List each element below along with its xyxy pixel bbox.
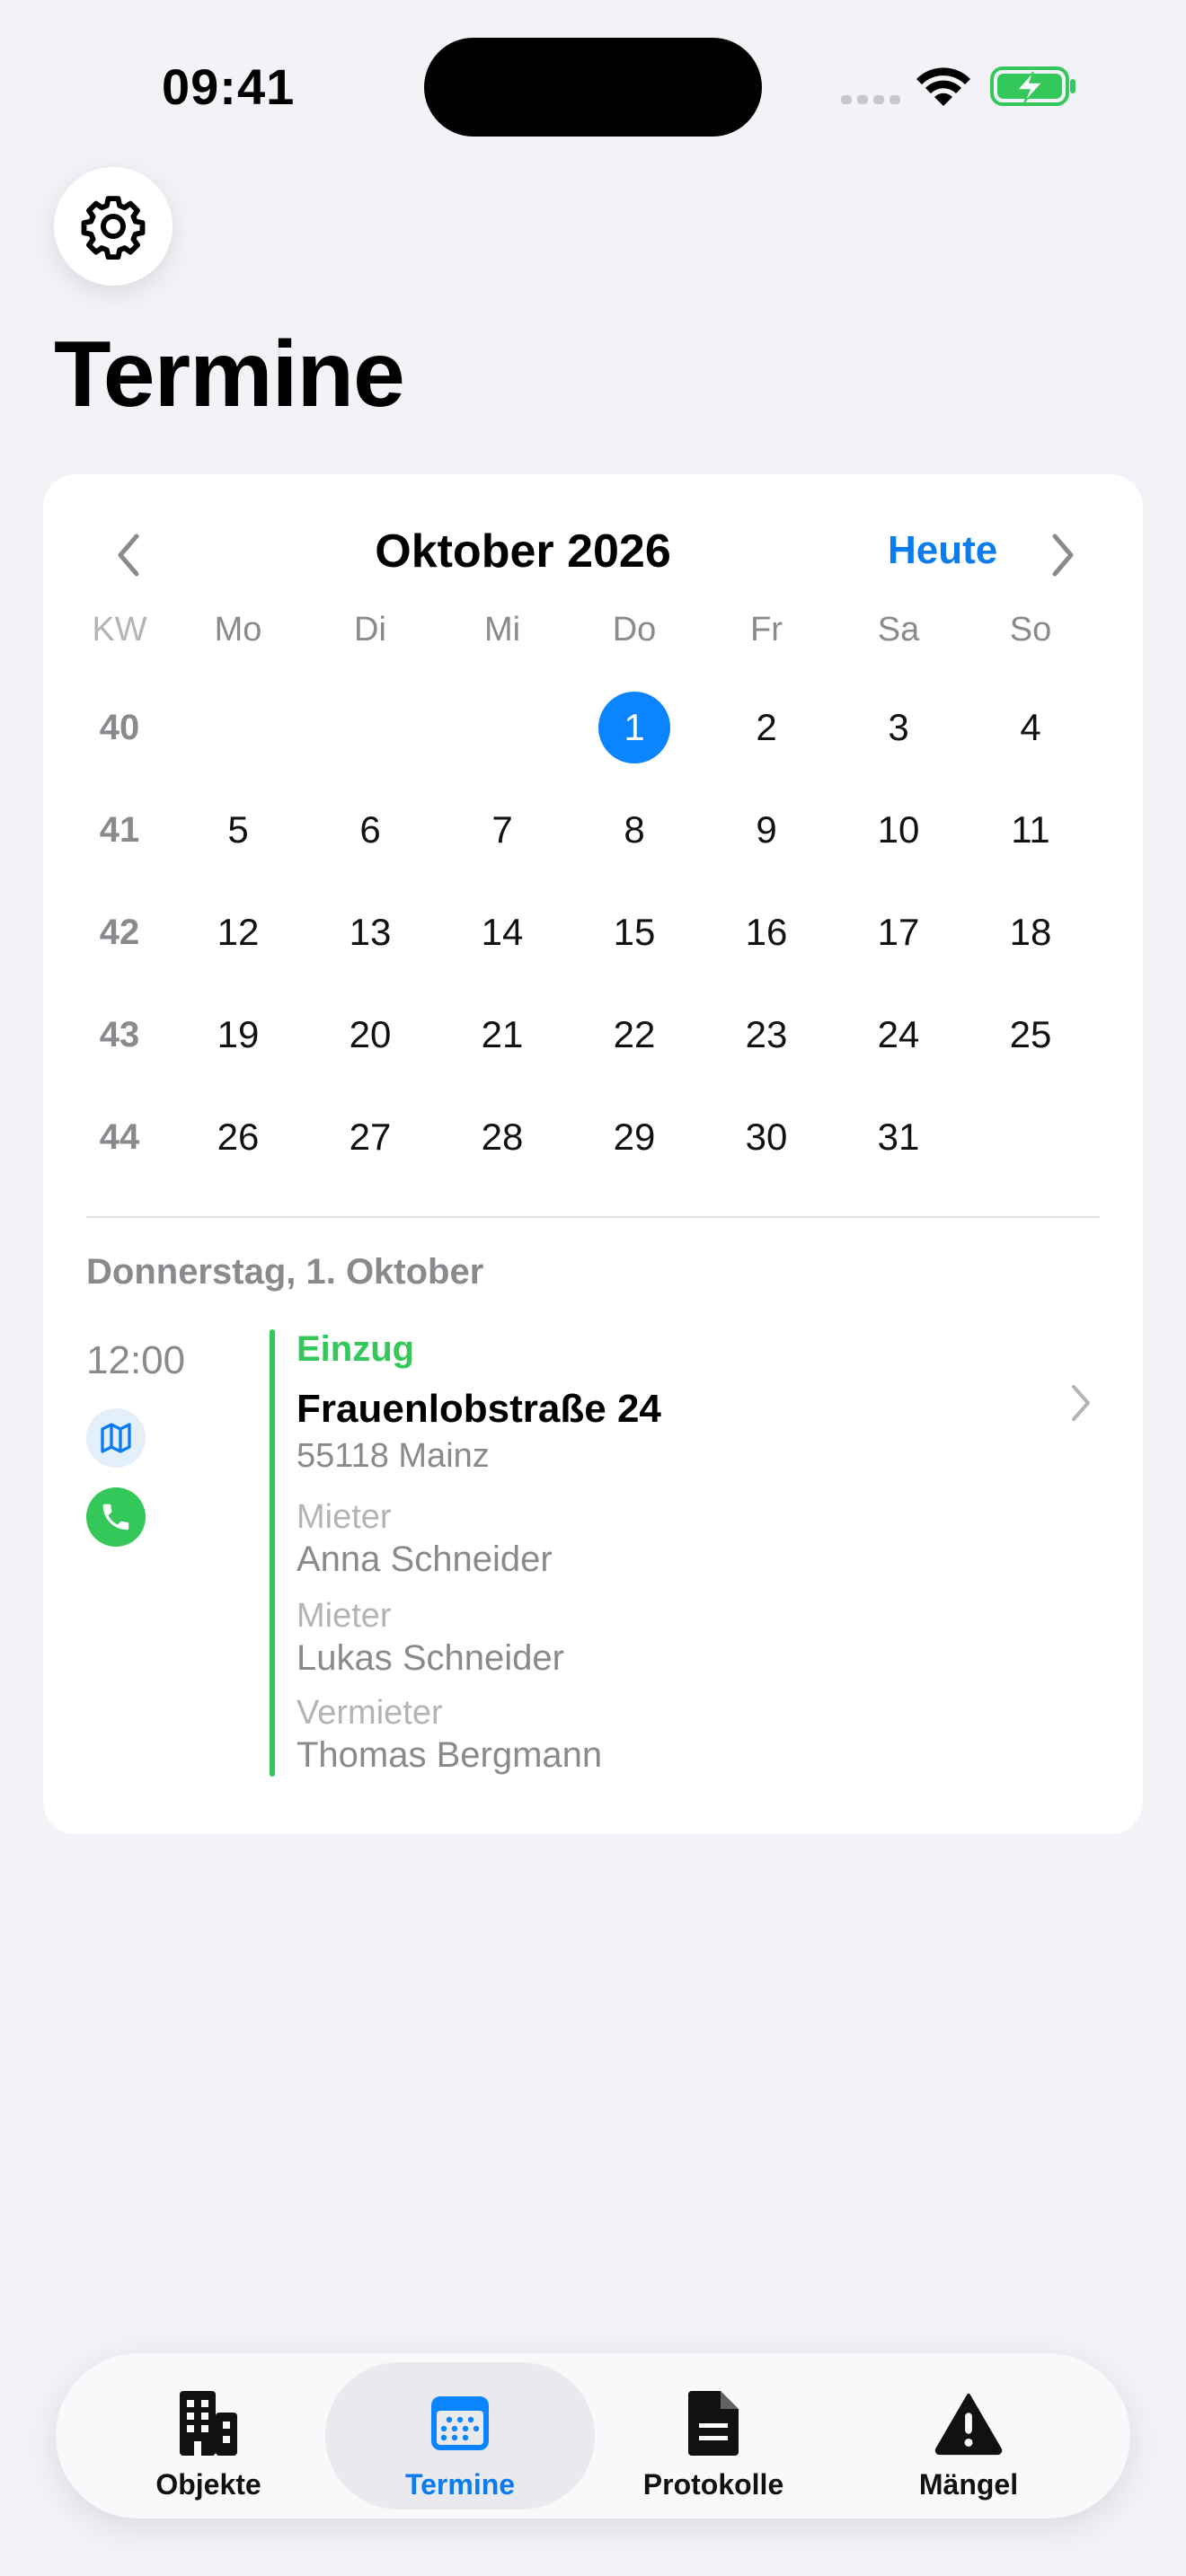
selected-date-header: Donnerstag, 1. Oktober xyxy=(86,1252,484,1292)
tab-termine[interactable]: Termine xyxy=(325,2362,595,2510)
tab-label: Protokolle xyxy=(642,2468,784,2501)
calendar-day[interactable]: 7 xyxy=(466,794,538,866)
participant-name: Lukas Schneider xyxy=(296,1638,564,1678)
calendar-day[interactable]: 3 xyxy=(863,692,934,763)
next-month-button[interactable] xyxy=(1040,528,1085,582)
calendar-day[interactable]: 15 xyxy=(598,896,670,968)
appointment-street[interactable]: Frauenlobstraße 24 xyxy=(296,1387,661,1432)
calendar-week-row: 40 1 2 3 4 xyxy=(43,683,1143,772)
calendar-week-row: 41 5 6 7 8 9 10 11 xyxy=(43,785,1143,875)
calendar-day[interactable]: 9 xyxy=(730,794,802,866)
calendar-day[interactable]: 5 xyxy=(202,794,274,866)
calendar-day-selected[interactable]: 1 xyxy=(598,692,670,763)
warning-icon xyxy=(934,2393,1003,2456)
calendar-day[interactable]: 8 xyxy=(598,794,670,866)
calendar-day[interactable]: 16 xyxy=(730,896,802,968)
weekday-header: Fr xyxy=(750,611,783,648)
appointment-time: 12:00 xyxy=(86,1338,186,1382)
calendar-day[interactable]: 18 xyxy=(995,896,1067,968)
tab-objekte[interactable]: Objekte xyxy=(74,2362,343,2510)
calendar-day[interactable]: 30 xyxy=(730,1101,802,1173)
calendar-day[interactable]: 6 xyxy=(334,794,406,866)
settings-button[interactable] xyxy=(54,167,173,286)
call-button[interactable] xyxy=(86,1487,146,1547)
tab-maengel[interactable]: Mängel xyxy=(834,2362,1103,2510)
participant-role: Mieter xyxy=(296,1498,392,1536)
calendar-day[interactable]: 25 xyxy=(995,999,1067,1071)
month-title: Oktober 2026 xyxy=(375,525,671,578)
battery-charging-icon xyxy=(990,66,1075,106)
calendar-day[interactable]: 21 xyxy=(466,999,538,1071)
calendar-day[interactable]: 13 xyxy=(334,896,406,968)
weekday-header: So xyxy=(1009,611,1052,648)
calendar-day[interactable]: 11 xyxy=(995,794,1067,866)
participant-role: Vermieter xyxy=(296,1694,443,1732)
tab-protokolle[interactable]: Protokolle xyxy=(579,2362,848,2510)
calendar-week-row: 44 26 27 28 29 30 31 xyxy=(43,1092,1143,1182)
weekday-header-row: KW Mo Di Mi Do Fr Sa So xyxy=(43,611,1143,665)
calendar-day[interactable]: 4 xyxy=(995,692,1067,763)
appointment-city: 55118 Mainz xyxy=(296,1437,490,1475)
participant-role: Mieter xyxy=(296,1597,392,1635)
calendar-day[interactable]: 2 xyxy=(730,692,802,763)
calendar-day[interactable]: 10 xyxy=(863,794,934,866)
tab-label: Mängel xyxy=(918,2468,1019,2501)
chevron-right-icon xyxy=(1052,534,1074,577)
building-icon xyxy=(180,2391,237,2456)
calendar-day[interactable]: 23 xyxy=(730,999,802,1071)
document-icon xyxy=(688,2391,739,2456)
weekday-header: Do xyxy=(612,611,657,648)
calendar-day[interactable]: 19 xyxy=(202,999,274,1071)
appointment-type: Einzug xyxy=(296,1329,415,1369)
weekday-header-kw: KW xyxy=(92,611,147,648)
calendar-day[interactable]: 14 xyxy=(466,896,538,968)
calendar-day[interactable]: 12 xyxy=(202,896,274,968)
tab-bar: Objekte Termine Protokolle Mängel xyxy=(56,2353,1130,2519)
map-button[interactable] xyxy=(86,1408,146,1468)
participant-name: Anna Schneider xyxy=(296,1539,553,1579)
week-number: 43 xyxy=(99,1015,140,1054)
weekday-header: Di xyxy=(354,611,386,648)
calendar-day[interactable]: 26 xyxy=(202,1101,274,1173)
cellular-signal-icon xyxy=(841,95,900,104)
today-button[interactable]: Heute xyxy=(888,528,997,573)
calendar-day[interactable]: 29 xyxy=(598,1101,670,1173)
dynamic-island xyxy=(424,38,762,137)
divider xyxy=(86,1216,1100,1218)
calendar-week-row: 43 19 20 21 22 23 24 25 xyxy=(43,990,1143,1080)
week-number: 42 xyxy=(99,913,140,952)
phone-icon xyxy=(102,1504,129,1531)
weekday-header: Mi xyxy=(483,611,521,648)
calendar-day[interactable]: 31 xyxy=(863,1101,934,1173)
week-number: 41 xyxy=(99,810,140,850)
week-number: 44 xyxy=(99,1117,140,1157)
weekday-header: Mo xyxy=(214,611,262,648)
calendar-card: Oktober 2026 Heute KW Mo Di Mi Do Fr Sa … xyxy=(43,474,1143,1834)
tab-label: Termine xyxy=(404,2468,516,2501)
calendar-day[interactable]: 24 xyxy=(863,999,934,1071)
calendar-day[interactable]: 28 xyxy=(466,1101,538,1173)
map-icon xyxy=(101,1423,131,1453)
calendar-day[interactable]: 17 xyxy=(863,896,934,968)
weekday-header: Sa xyxy=(877,611,920,648)
calendar-icon xyxy=(431,2396,489,2450)
week-number: 40 xyxy=(99,708,140,747)
participant-name: Thomas Bergmann xyxy=(296,1735,603,1775)
tab-label: Objekte xyxy=(155,2468,261,2501)
calendar-week-row: 42 12 13 14 15 16 17 18 xyxy=(43,887,1143,977)
appointment-disclosure-button[interactable] xyxy=(1069,1383,1093,1427)
calendar-day[interactable]: 22 xyxy=(598,999,670,1071)
calendar-day[interactable]: 20 xyxy=(334,999,406,1071)
gear-icon xyxy=(81,196,146,260)
wifi-icon xyxy=(916,67,970,106)
calendar-day[interactable]: 27 xyxy=(334,1101,406,1173)
status-time: 09:41 xyxy=(162,58,296,115)
page-title: Termine xyxy=(54,322,405,427)
chevron-right-icon xyxy=(1072,1385,1090,1421)
appointment-color-bar xyxy=(270,1329,275,1777)
